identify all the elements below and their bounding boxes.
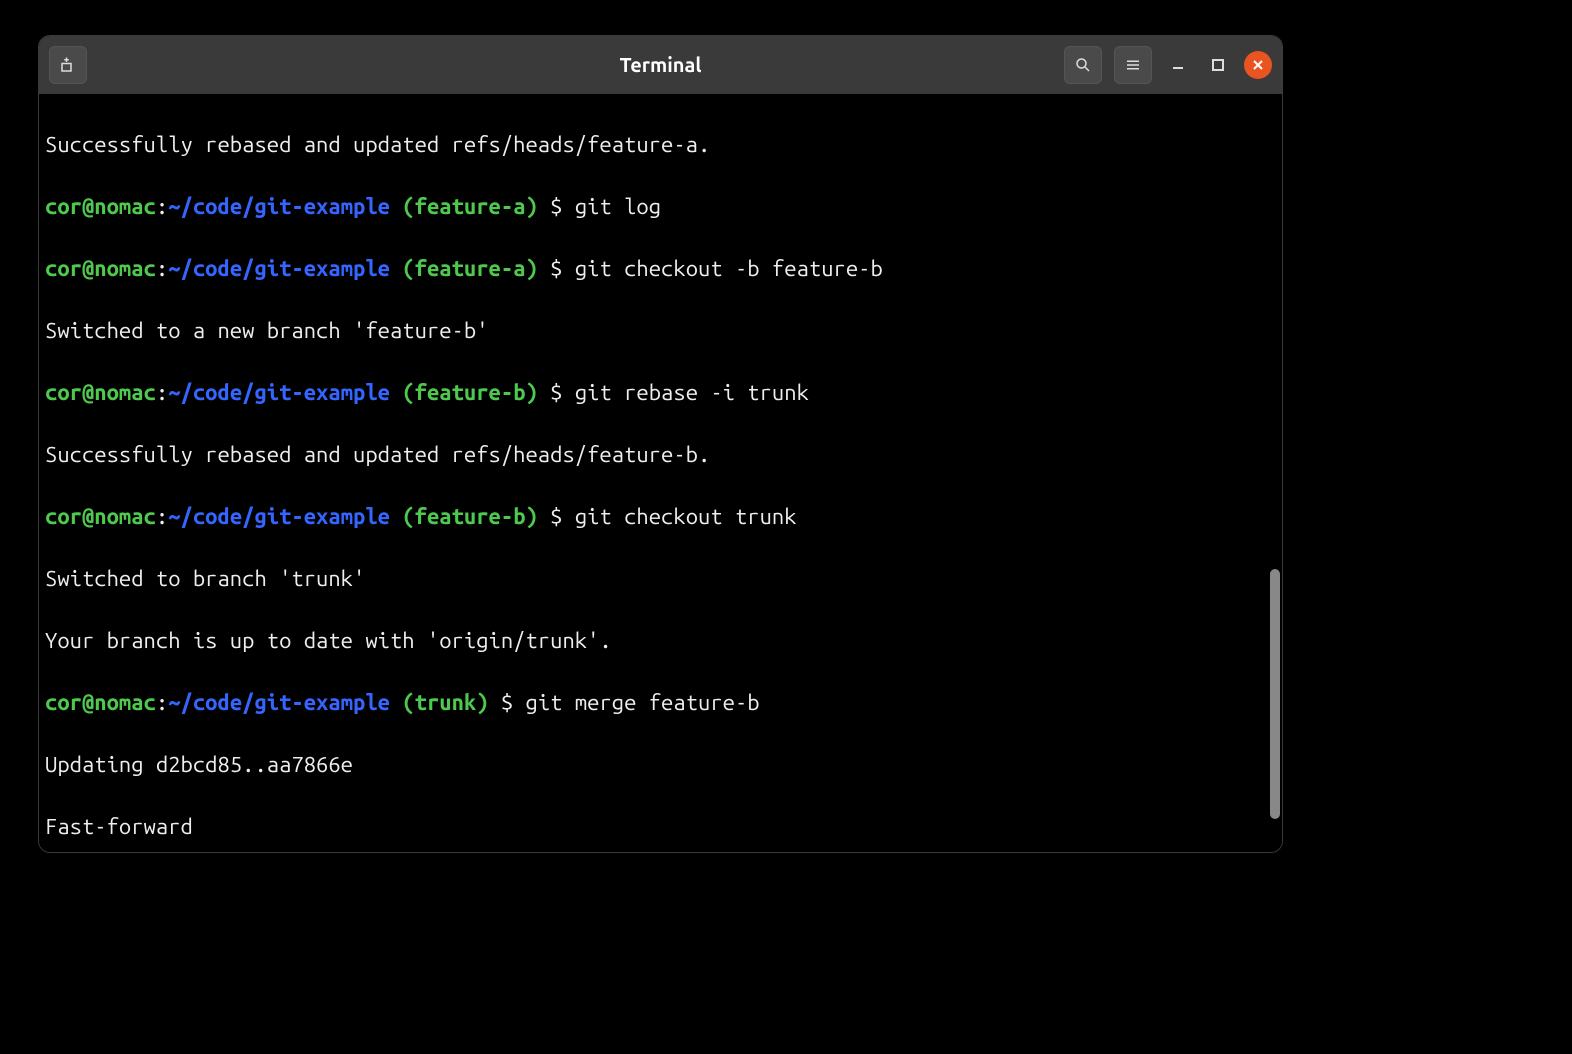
new-tab-button[interactable] [49,46,87,84]
command-text: git checkout trunk [575,504,797,529]
output-line: Switched to branch 'trunk' [45,563,1276,594]
search-button[interactable] [1064,46,1102,84]
titlebar-controls [1064,46,1272,84]
minimize-icon [1171,58,1185,72]
output-line: Switched to a new branch 'feature-b' [45,315,1276,346]
titlebar: Terminal [39,36,1282,94]
maximize-button[interactable] [1204,51,1232,79]
output-line: Successfully rebased and updated refs/he… [45,129,1276,160]
prompt-line: cor@nomac:~/code/git-example (feature-b)… [45,377,1276,408]
output-line: Successfully rebased and updated refs/he… [45,439,1276,470]
menu-button[interactable] [1114,46,1152,84]
prompt-line: cor@nomac:~/code/git-example (feature-a)… [45,191,1276,222]
terminal-window: Terminal [38,35,1283,853]
maximize-icon [1211,58,1225,72]
close-button[interactable] [1244,51,1272,79]
new-tab-icon [59,56,77,74]
hamburger-icon [1124,56,1142,74]
output-line: Your branch is up to date with 'origin/t… [45,625,1276,656]
prompt-line: cor@nomac:~/code/git-example (trunk) $ g… [45,687,1276,718]
command-text: git checkout -b feature-b [575,256,883,281]
window-title: Terminal [620,53,702,76]
command-text: git merge feature-b [526,690,760,715]
command-text: git log [575,194,661,219]
close-icon [1252,59,1264,71]
command-text: git rebase -i trunk [575,380,809,405]
prompt-line: cor@nomac:~/code/git-example (feature-a)… [45,253,1276,284]
output-line: Fast-forward [45,811,1276,842]
search-icon [1074,56,1092,74]
prompt-line: cor@nomac:~/code/git-example (feature-b)… [45,501,1276,532]
output-line: Updating d2bcd85..aa7866e [45,749,1276,780]
terminal-content[interactable]: Successfully rebased and updated refs/he… [39,94,1282,852]
minimize-button[interactable] [1164,51,1192,79]
scrollbar[interactable] [1270,569,1280,819]
